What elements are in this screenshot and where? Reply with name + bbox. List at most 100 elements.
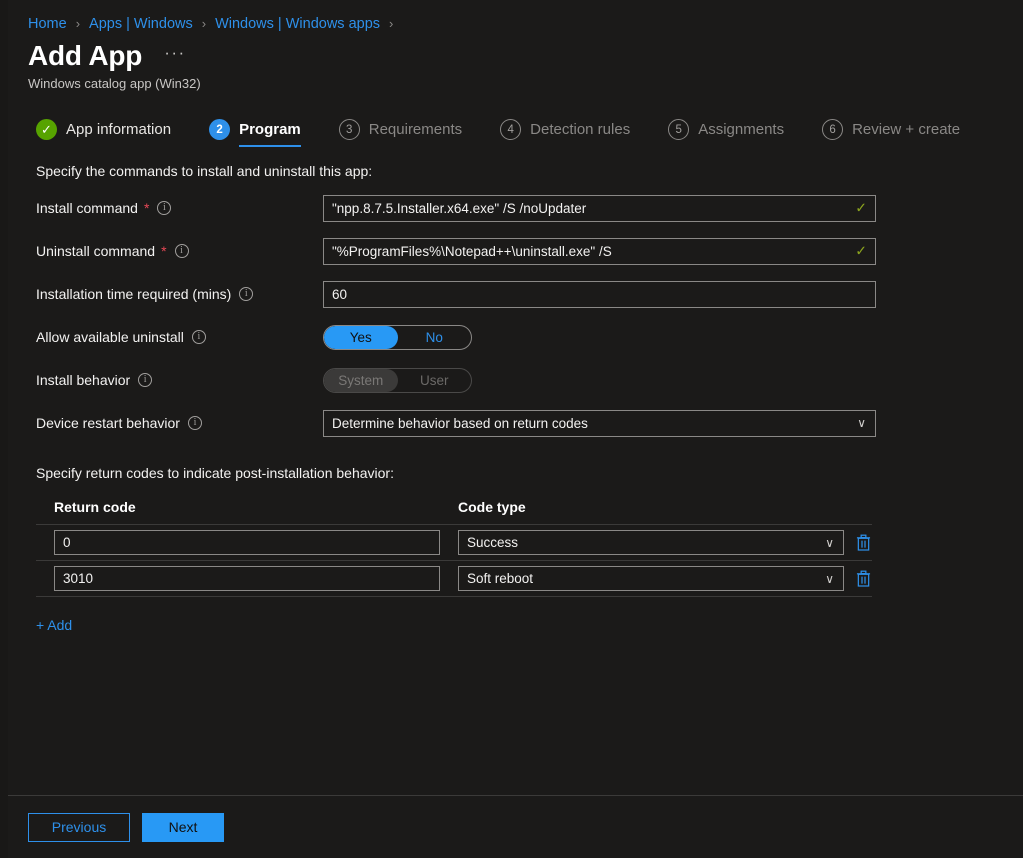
table-row: Soft reboot ∨: [36, 561, 872, 597]
info-icon[interactable]: i: [138, 373, 152, 387]
more-options-icon[interactable]: ···: [160, 46, 189, 66]
install-command-label-group: Install command * i: [36, 200, 323, 216]
install-command-input[interactable]: [323, 195, 876, 222]
allow-uninstall-label-group: Allow available uninstall i: [36, 329, 323, 345]
return-code-cell: [36, 566, 454, 591]
page-subtitle: Windows catalog app (Win32): [8, 72, 1023, 91]
breadcrumb-separator-icon: ›: [202, 17, 206, 30]
tab-assignments[interactable]: 5 Assignments: [668, 119, 784, 147]
column-header-return-code: Return code: [36, 499, 454, 515]
allow-uninstall-label: Allow available uninstall: [36, 329, 184, 345]
tab-program[interactable]: 2 Program: [209, 119, 301, 147]
field-allow-available-uninstall: Allow available uninstall i Yes No: [36, 323, 1023, 351]
step-number-badge: 6: [822, 119, 843, 140]
return-code-cell: [36, 530, 454, 555]
field-install-behavior: Install behavior i System User: [36, 366, 1023, 394]
uninstall-command-input[interactable]: [323, 238, 876, 265]
uninstall-command-label-group: Uninstall command * i: [36, 243, 323, 259]
tab-label: Review + create: [852, 121, 960, 138]
installation-time-label-group: Installation time required (mins) i: [36, 286, 323, 302]
row-actions-cell: [844, 568, 874, 590]
main-content: Specify the commands to install and unin…: [8, 163, 1023, 635]
page-title: Add App: [28, 40, 142, 72]
code-type-select-wrap: Soft reboot ∨: [458, 566, 844, 591]
step-number-badge: 2: [209, 119, 230, 140]
tab-label: Requirements: [369, 121, 462, 138]
info-icon[interactable]: i: [175, 244, 189, 258]
code-type-cell: Success ∨: [454, 530, 844, 555]
breadcrumb-item-home[interactable]: Home: [28, 16, 67, 32]
check-circle-icon: ✓: [36, 119, 57, 140]
column-header-code-type: Code type: [454, 499, 872, 515]
code-type-select[interactable]: Soft reboot: [458, 566, 844, 591]
return-codes-table: Return code Code type Success ∨: [36, 499, 872, 597]
delete-row-icon[interactable]: [852, 568, 874, 590]
step-number-badge: 4: [500, 119, 521, 140]
installation-time-input-wrap: [323, 281, 876, 308]
code-type-select[interactable]: Success: [458, 530, 844, 555]
left-rail: [0, 0, 8, 858]
tab-review-create[interactable]: 6 Review + create: [822, 119, 960, 147]
allow-uninstall-option-no[interactable]: No: [398, 326, 472, 349]
return-code-input[interactable]: [54, 566, 440, 591]
allow-uninstall-toggle[interactable]: Yes No: [323, 325, 472, 350]
device-restart-behavior-label: Device restart behavior: [36, 415, 180, 431]
breadcrumb-item-apps-windows[interactable]: Apps | Windows: [89, 16, 193, 32]
footer-action-bar: Previous Next: [8, 796, 1023, 858]
device-restart-behavior-select[interactable]: Determine behavior based on return codes: [323, 410, 876, 437]
install-behavior-option-system: System: [324, 369, 398, 392]
installation-time-label: Installation time required (mins): [36, 286, 231, 302]
uninstall-command-label: Uninstall command: [36, 243, 155, 259]
breadcrumb-separator-icon: ›: [76, 17, 80, 30]
tab-requirements[interactable]: 3 Requirements: [339, 119, 462, 147]
tab-label: App information: [66, 121, 171, 138]
field-install-command: Install command * i ✓: [36, 194, 1023, 222]
info-icon[interactable]: i: [188, 416, 202, 430]
uninstall-command-input-wrap: ✓: [323, 238, 876, 265]
tab-label: Program: [239, 121, 301, 138]
next-button[interactable]: Next: [142, 813, 224, 842]
install-behavior-toggle: System User: [323, 368, 472, 393]
tab-detection-rules[interactable]: 4 Detection rules: [500, 119, 630, 147]
step-number-badge: 3: [339, 119, 360, 140]
wizard-steps: ✓ App information 2 Program 3 Requiremen…: [8, 91, 1023, 147]
info-icon[interactable]: i: [192, 330, 206, 344]
install-behavior-label: Install behavior: [36, 372, 130, 388]
title-row: Add App ···: [8, 34, 1023, 72]
tab-label: Assignments: [698, 121, 784, 138]
info-icon[interactable]: i: [239, 287, 253, 301]
device-restart-label-group: Device restart behavior i: [36, 415, 323, 431]
table-row: Success ∨: [36, 525, 872, 561]
return-codes-intro-text: Specify return codes to indicate post-in…: [36, 465, 1023, 481]
code-type-cell: Soft reboot ∨: [454, 566, 844, 591]
install-command-label: Install command: [36, 200, 138, 216]
info-icon[interactable]: i: [157, 201, 171, 215]
install-command-input-wrap: ✓: [323, 195, 876, 222]
previous-button[interactable]: Previous: [28, 813, 130, 842]
breadcrumb-separator-icon: ›: [389, 17, 393, 30]
breadcrumb-item-windows-apps[interactable]: Windows | Windows apps: [215, 16, 380, 32]
field-uninstall-command: Uninstall command * i ✓: [36, 237, 1023, 265]
commands-intro-text: Specify the commands to install and unin…: [36, 163, 1023, 179]
row-actions-cell: [844, 532, 874, 554]
table-header-row: Return code Code type: [36, 499, 872, 525]
installation-time-input[interactable]: [323, 281, 876, 308]
required-asterisk-icon: *: [144, 201, 149, 215]
add-return-code-button[interactable]: + Add: [36, 617, 72, 633]
device-restart-select-wrap: Determine behavior based on return codes…: [323, 410, 876, 437]
return-code-input[interactable]: [54, 530, 440, 555]
field-device-restart-behavior: Device restart behavior i Determine beha…: [36, 409, 1023, 437]
page: Home › Apps | Windows › Windows | Window…: [8, 0, 1023, 858]
code-type-select-wrap: Success ∨: [458, 530, 844, 555]
delete-row-icon[interactable]: [852, 532, 874, 554]
allow-uninstall-option-yes[interactable]: Yes: [324, 326, 398, 349]
tab-app-information[interactable]: ✓ App information: [36, 119, 171, 147]
app-root: Home › Apps | Windows › Windows | Window…: [0, 0, 1023, 858]
breadcrumb: Home › Apps | Windows › Windows | Window…: [8, 0, 1023, 34]
tab-label: Detection rules: [530, 121, 630, 138]
field-installation-time: Installation time required (mins) i: [36, 280, 1023, 308]
step-number-badge: 5: [668, 119, 689, 140]
install-behavior-option-user: User: [398, 369, 472, 392]
install-behavior-label-group: Install behavior i: [36, 372, 323, 388]
required-asterisk-icon: *: [161, 244, 166, 258]
